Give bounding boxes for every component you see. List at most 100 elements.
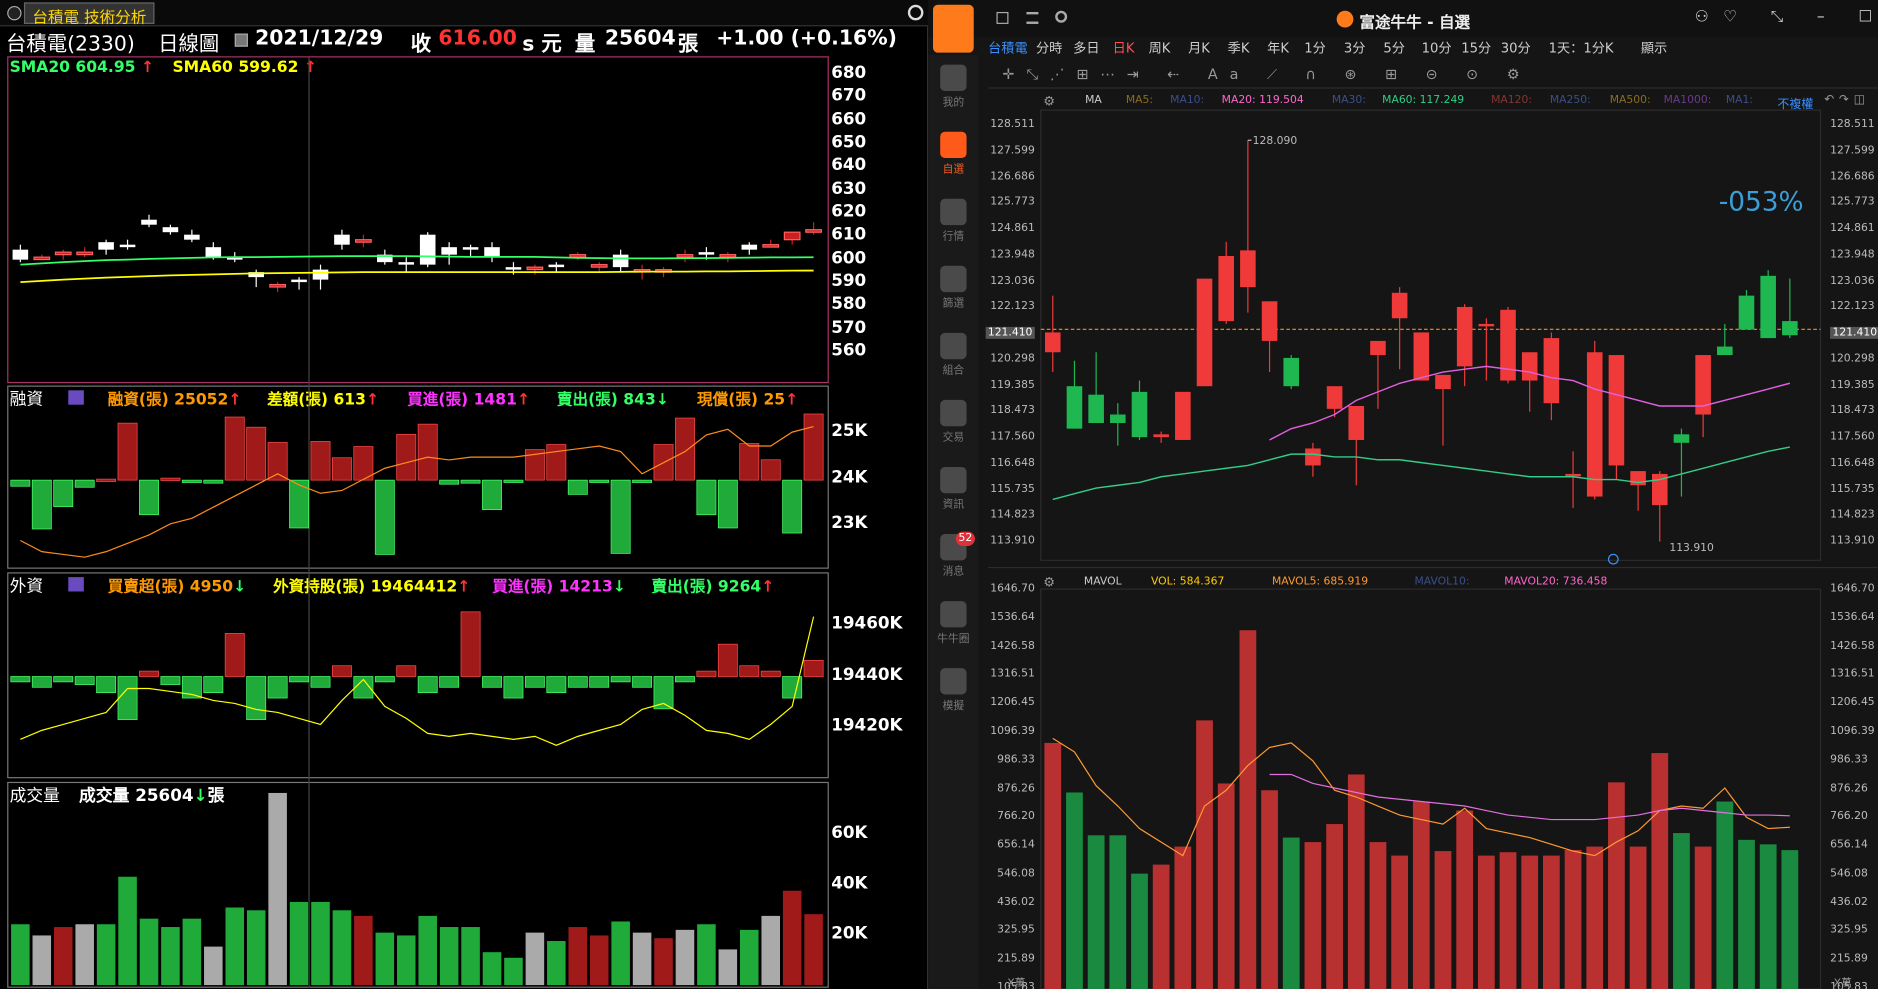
foreign-bar bbox=[717, 643, 738, 677]
foreign-bar bbox=[160, 676, 181, 685]
candle-body bbox=[1565, 473, 1581, 477]
volume-bar bbox=[760, 915, 781, 986]
volume-bar bbox=[653, 937, 674, 986]
candle-body bbox=[1261, 301, 1278, 341]
margin-bar bbox=[96, 478, 117, 482]
margin-bar bbox=[760, 459, 781, 481]
candle-body bbox=[162, 227, 179, 233]
volume-bar bbox=[567, 926, 588, 986]
margin-bar bbox=[203, 479, 224, 484]
foreign-bar bbox=[460, 611, 481, 677]
foreign-bar bbox=[74, 676, 95, 685]
foreign-bar bbox=[417, 676, 438, 694]
volume-bar bbox=[1673, 833, 1690, 989]
candle-body bbox=[1717, 346, 1733, 356]
candle-body bbox=[1066, 386, 1083, 429]
candle-body bbox=[119, 244, 136, 248]
volume-bar bbox=[1542, 855, 1560, 989]
candle-body bbox=[1478, 323, 1495, 327]
margin-bar bbox=[610, 479, 631, 554]
volume-bar bbox=[482, 951, 502, 986]
volume-bar bbox=[310, 901, 331, 986]
foreign-bar bbox=[803, 659, 824, 677]
volume-bar bbox=[10, 923, 31, 986]
foreign-bar bbox=[117, 676, 138, 720]
volume-bar bbox=[675, 929, 695, 986]
margin-bar bbox=[589, 479, 610, 483]
foreign-bar bbox=[482, 676, 502, 688]
candle-body bbox=[1435, 374, 1451, 390]
candle-body bbox=[676, 254, 694, 258]
volume-bar bbox=[1347, 774, 1365, 989]
volume-bar bbox=[1499, 852, 1517, 989]
candle-body bbox=[269, 284, 287, 288]
margin-bar bbox=[503, 479, 524, 483]
zoom-icon bbox=[1607, 553, 1619, 565]
foreign-bar bbox=[31, 676, 52, 688]
volume-bar bbox=[1434, 851, 1452, 989]
volume-bar bbox=[74, 923, 95, 986]
margin-bar bbox=[224, 416, 245, 481]
candle-body bbox=[462, 247, 479, 250]
candle-body bbox=[612, 254, 629, 268]
volume-bar bbox=[1131, 873, 1148, 989]
volume-bar bbox=[289, 901, 309, 986]
candle-body bbox=[205, 247, 222, 258]
volume-bar bbox=[1651, 753, 1669, 989]
foreign-bar bbox=[246, 676, 267, 720]
margin-bar bbox=[74, 479, 95, 488]
volume-bar bbox=[1738, 839, 1755, 989]
candle-body bbox=[762, 244, 780, 248]
volume-bar bbox=[1564, 849, 1582, 989]
volume-bar bbox=[53, 926, 74, 986]
volume-bar bbox=[96, 923, 116, 986]
foreign-bar bbox=[289, 676, 310, 683]
foreign-bar bbox=[396, 665, 417, 677]
volume-bar bbox=[1477, 855, 1495, 989]
candle-body bbox=[1760, 275, 1776, 339]
candle-body bbox=[419, 234, 436, 265]
candle-body bbox=[1283, 357, 1300, 387]
volume-bar bbox=[267, 792, 288, 986]
technical-analysis-window: 台積電 技術分析 台積電(2330) 日線圖 2021/12/29 收 616.… bbox=[0, 0, 929, 989]
foreign-bar bbox=[267, 676, 288, 699]
candle-body bbox=[1586, 352, 1603, 497]
margin-bar bbox=[332, 457, 352, 481]
volume-bar bbox=[1369, 842, 1387, 989]
volume-bar bbox=[739, 929, 760, 986]
foreign-bar bbox=[589, 676, 610, 688]
right-charts: 128.090 113.910 bbox=[988, 109, 1878, 989]
margin-bar bbox=[246, 426, 267, 481]
volume-bar bbox=[181, 918, 202, 986]
volume-bar bbox=[1217, 783, 1235, 989]
volume-bar bbox=[224, 906, 245, 986]
candle-body bbox=[484, 247, 500, 258]
foreign-bar bbox=[203, 676, 224, 694]
margin-bar bbox=[717, 479, 738, 529]
candle-body bbox=[33, 256, 51, 261]
candle-body bbox=[184, 234, 200, 240]
volume-bar bbox=[1694, 846, 1712, 989]
candle-body bbox=[54, 251, 72, 256]
volume-bar bbox=[1087, 835, 1105, 989]
foreign-bar bbox=[10, 676, 31, 683]
volume-bar bbox=[203, 945, 224, 986]
volume-bar bbox=[589, 934, 610, 986]
price-plot-area bbox=[1040, 109, 1822, 561]
sma60-line bbox=[20, 269, 814, 284]
volume-bar bbox=[525, 932, 545, 986]
candle-body bbox=[569, 254, 587, 258]
margin-bar bbox=[353, 446, 374, 481]
margin-bar bbox=[482, 479, 502, 511]
margin-bar bbox=[310, 441, 331, 481]
foreign-bar bbox=[139, 670, 159, 677]
foreign-bar bbox=[675, 676, 695, 683]
volume-bar bbox=[1066, 792, 1083, 989]
candle-body bbox=[1131, 391, 1148, 438]
candle-body bbox=[1391, 292, 1408, 319]
volume-bar bbox=[696, 923, 717, 986]
candle-body bbox=[312, 269, 329, 280]
low-annotation: 113.910 bbox=[1669, 541, 1714, 554]
candle-body bbox=[1196, 278, 1213, 387]
candle-body bbox=[76, 251, 94, 256]
